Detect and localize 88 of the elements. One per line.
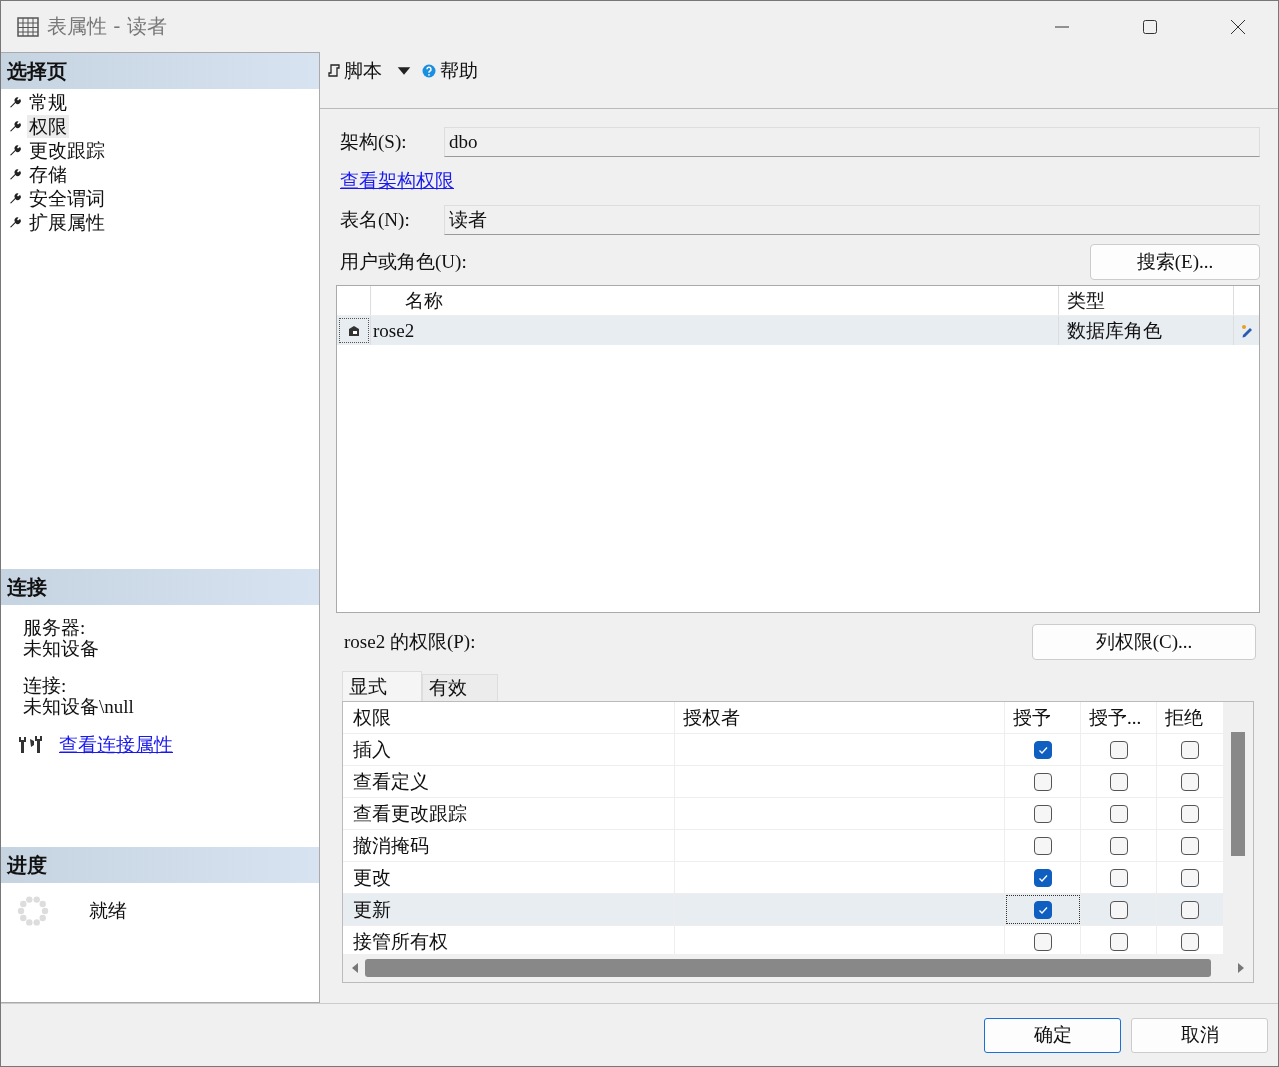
sidebar-item[interactable]: 安全谓词 — [27, 186, 107, 210]
checkbox[interactable] — [1109, 868, 1128, 887]
checkbox[interactable] — [1109, 900, 1128, 919]
edit-icon[interactable] — [1239, 323, 1254, 338]
scrollbar-thumb[interactable] — [1231, 732, 1245, 856]
schema-permissions-link[interactable]: 查看架构权限 — [340, 168, 454, 194]
ok-button[interactable]: 确定 — [984, 1017, 1121, 1053]
connection-properties-link[interactable]: 查看连接属性 — [59, 733, 173, 755]
checkbox[interactable] — [1033, 836, 1052, 855]
schema-field[interactable]: dbo — [444, 127, 1260, 157]
checkbox[interactable] — [1109, 836, 1128, 855]
checkbox[interactable] — [1033, 772, 1052, 791]
table-cell-text: 查看更改跟踪 — [353, 801, 467, 826]
cancel-button[interactable]: 取消 — [1131, 1017, 1268, 1053]
script-icon — [328, 64, 340, 78]
server-value: 未知设备 — [23, 638, 100, 659]
scroll-left-icon[interactable] — [351, 962, 359, 974]
column-header: 名称 — [404, 288, 443, 313]
checkbox[interactable] — [1033, 804, 1052, 823]
field-label: 架构(S): — [339, 130, 408, 154]
close-icon[interactable] — [1230, 18, 1246, 35]
table-cell-text: 撤消掩码 — [353, 833, 429, 858]
checkbox[interactable] — [1033, 932, 1052, 951]
column-header: 权限 — [353, 705, 391, 730]
column-header: 授权者 — [683, 705, 740, 730]
column-header: 拒绝 — [1165, 705, 1203, 730]
wrench-icon — [9, 144, 21, 156]
column-header: 授予 — [1013, 705, 1051, 730]
plug-icon — [17, 733, 45, 755]
checkbox[interactable] — [1109, 804, 1128, 823]
wrench-icon — [9, 120, 21, 132]
maximize-icon[interactable] — [1142, 18, 1158, 35]
wrench-icon — [9, 216, 21, 228]
caret-icon — [396, 66, 412, 76]
wrench-icon — [9, 192, 21, 204]
checkbox[interactable] — [1181, 804, 1199, 823]
section-header: 进度 — [1, 847, 319, 883]
sidebar-item[interactable]: 常规 — [27, 90, 69, 114]
checkbox[interactable] — [1181, 836, 1199, 855]
table-cell: rose2 — [373, 319, 415, 342]
table-name-field[interactable]: 读者 — [444, 205, 1260, 235]
spinner-icon — [17, 895, 49, 927]
checkbox[interactable] — [1033, 900, 1052, 919]
field-label: 表名(N): — [339, 208, 411, 232]
checkbox[interactable] — [1109, 740, 1128, 759]
scroll-right-icon[interactable] — [1237, 962, 1245, 974]
table-icon — [17, 16, 39, 37]
checkbox[interactable] — [1181, 900, 1199, 919]
checkbox[interactable] — [1109, 932, 1128, 951]
column-header: 授予... — [1089, 705, 1142, 730]
column-permissions-button[interactable]: 列权限(C)... — [1032, 624, 1256, 660]
checkbox[interactable] — [1109, 772, 1128, 791]
section-header: 选择页 — [1, 53, 319, 89]
role-icon — [346, 323, 361, 338]
checkbox[interactable] — [1181, 740, 1199, 759]
sidebar-item[interactable]: 存储 — [27, 162, 69, 186]
sidebar-item[interactable]: 扩展属性 — [27, 210, 107, 234]
table-cell-text: 更改 — [353, 865, 391, 890]
table-cell-text: 数据库角色 — [1067, 318, 1162, 343]
wrench-icon — [9, 96, 21, 108]
table-cell-text: 插入 — [353, 737, 391, 762]
server-label: 服务器: — [23, 617, 87, 638]
checkbox[interactable] — [1181, 932, 1199, 951]
sidebar-item[interactable]: 更改跟踪 — [27, 138, 107, 162]
checkbox[interactable] — [1181, 868, 1199, 887]
checkbox[interactable] — [1033, 740, 1052, 759]
table-cell-text: 查看定义 — [353, 769, 429, 794]
table-cell-text: 更新 — [353, 897, 391, 922]
help-icon — [422, 64, 436, 78]
help-button[interactable]: 帮助 — [422, 58, 478, 84]
column-header: 类型 — [1067, 288, 1105, 313]
scrollbar-thumb[interactable] — [365, 959, 1211, 977]
sidebar-item[interactable]: 权限 — [27, 114, 69, 138]
search-button[interactable]: 搜索(E)... — [1090, 244, 1260, 280]
status-text: 就绪 — [89, 899, 127, 923]
script-button[interactable]: 脚本 — [328, 58, 412, 84]
section-header: 连接 — [1, 569, 319, 605]
checkbox[interactable] — [1181, 772, 1199, 791]
window-title: 表属性 - 读者 — [47, 13, 168, 40]
tab[interactable]: 有效 — [422, 674, 498, 701]
checkbox[interactable] — [1033, 868, 1052, 887]
tab[interactable]: 显式 — [342, 671, 422, 701]
connection-value: 未知设备\null — [23, 696, 135, 717]
wrench-icon — [9, 168, 21, 180]
connection-label: 连接: — [23, 675, 68, 696]
table-cell-text: 接管所有权 — [353, 929, 448, 954]
users-label: 用户或角色(U): — [340, 250, 467, 274]
permissions-label: rose2 的权限(P): — [344, 630, 476, 654]
